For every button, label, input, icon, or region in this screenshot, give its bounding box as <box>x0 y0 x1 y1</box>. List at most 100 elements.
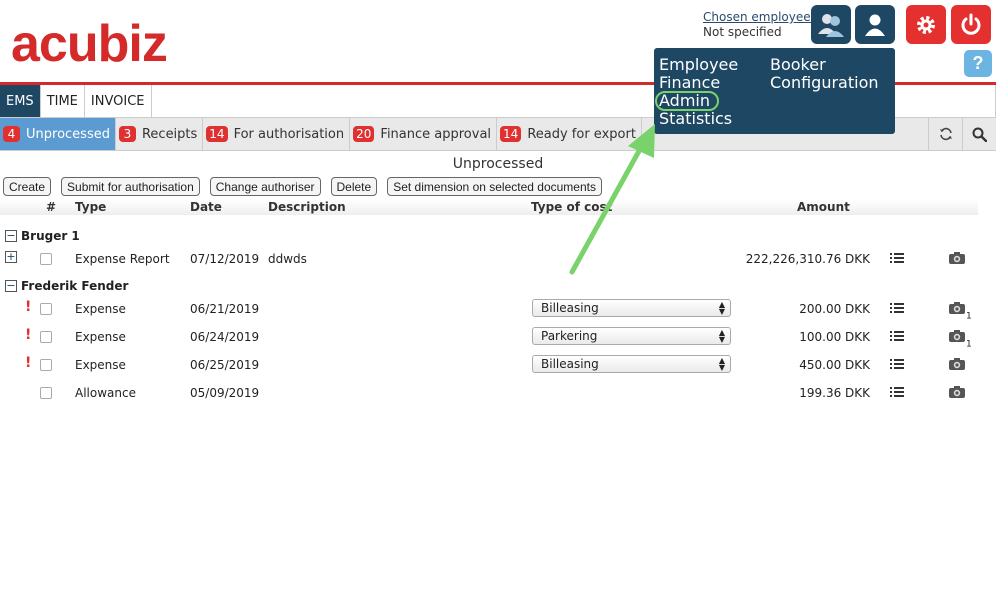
list-icon[interactable] <box>890 302 904 317</box>
cost-type-value: Billeasing <box>541 301 599 315</box>
row-type: Expense <box>75 330 126 344</box>
list-icon[interactable] <box>890 330 904 345</box>
row-description: ddwds <box>268 252 307 266</box>
row-checkbox[interactable] <box>40 359 52 371</box>
select-arrows-icon: ▲ ▼ <box>718 356 725 372</box>
group-name: Bruger 1 <box>21 229 80 243</box>
warning-icon: ! <box>25 327 32 343</box>
search-icon <box>972 127 987 142</box>
camera-icon[interactable] <box>948 251 966 268</box>
list-icon[interactable] <box>890 386 904 401</box>
row-amount: 199.36 DKK <box>799 386 870 400</box>
select-arrows-icon: ▲ ▼ <box>718 300 725 316</box>
table-header: # Type Date Description Type of cost Amo… <box>0 199 978 215</box>
settings-button[interactable] <box>906 5 946 44</box>
camera-icon[interactable]: 1 <box>948 329 972 349</box>
row-date: 05/09/2019 <box>190 386 260 400</box>
chosen-employee-label[interactable]: Chosen employee: <box>703 10 815 25</box>
cost-type-select[interactable]: Billeasing ▲ ▼ <box>532 299 731 317</box>
tab-unprocessed[interactable]: 4 Unprocessed <box>0 118 116 150</box>
count-badge: 20 <box>353 126 375 142</box>
camera-icon[interactable] <box>948 385 966 402</box>
logout-button[interactable] <box>951 5 991 44</box>
delete-button[interactable]: Delete <box>330 177 378 196</box>
list-icon[interactable] <box>890 358 904 373</box>
col-num[interactable]: # <box>46 200 56 214</box>
row-checkbox[interactable] <box>40 303 52 315</box>
table-row[interactable]: Allowance 05/09/2019 199.36 DKK <box>0 383 990 403</box>
power-icon <box>961 13 981 35</box>
tab-receipts[interactable]: 3 Receipts <box>116 118 204 150</box>
submit-for-authorisation-button[interactable]: Submit for authorisation <box>61 177 200 196</box>
row-amount: 200.00 DKK <box>799 302 870 316</box>
gear-icon <box>917 15 935 34</box>
col-description[interactable]: Description <box>268 200 346 214</box>
tab-label: Receipts <box>141 126 198 142</box>
collapse-toggle[interactable]: − <box>5 230 17 242</box>
group-header: − Frederik Fender <box>5 279 128 293</box>
count-badge: 4 <box>3 126 20 142</box>
chosen-employee-value: Not specified <box>703 25 782 39</box>
employees-button[interactable] <box>811 5 851 44</box>
table-row[interactable]: ! Expense 06/25/2019 Billeasing ▲ ▼ 450.00… <box>0 355 990 375</box>
group-name: Frederik Fender <box>21 279 129 293</box>
row-amount: 222,226,310.76 DKK <box>745 252 870 266</box>
row-amount: 100.00 DKK <box>799 330 870 344</box>
row-type: Expense <box>75 302 126 316</box>
tab-time[interactable]: TIME <box>41 85 85 117</box>
tab-for-authorisation[interactable]: 14 For authorisation <box>203 118 351 150</box>
col-type[interactable]: Type <box>75 200 106 214</box>
help-button[interactable]: ? <box>964 50 992 77</box>
camera-icon[interactable]: 1 <box>948 301 972 321</box>
cost-type-select[interactable]: Billeasing ▲ ▼ <box>532 355 731 373</box>
user-profile-button[interactable] <box>855 5 895 44</box>
user-icon <box>865 14 885 36</box>
annotation-arrow <box>569 124 655 275</box>
change-authoriser-button[interactable]: Change authoriser <box>209 177 321 196</box>
section-title: Unprocessed <box>452 156 544 172</box>
row-date: 06/21/2019 <box>190 302 260 316</box>
row-checkbox[interactable] <box>40 331 52 343</box>
highlight-circle <box>655 91 719 111</box>
row-type: Expense <box>75 358 126 372</box>
search-button[interactable] <box>962 118 996 150</box>
acubiz-logo: acubiz <box>11 15 168 73</box>
col-amount[interactable]: Amount <box>797 200 850 214</box>
tab-label: For authorisation <box>233 126 345 142</box>
create-button[interactable]: Create <box>3 177 52 196</box>
tab-label: Unprocessed <box>26 126 110 142</box>
col-date[interactable]: Date <box>190 200 222 214</box>
tab-invoice[interactable]: INVOICE <box>85 85 152 117</box>
count-badge: 14 <box>206 126 228 142</box>
collapse-toggle[interactable]: − <box>5 280 17 292</box>
row-checkbox[interactable] <box>40 253 52 265</box>
chosen-employee[interactable]: Chosen employee: Not specified <box>703 10 815 40</box>
count-badge: 3 <box>118 126 136 142</box>
list-icon[interactable] <box>890 252 904 267</box>
row-date: 06/24/2019 <box>190 330 260 344</box>
refresh-icon <box>939 127 952 141</box>
cost-type-select[interactable]: Parkering ▲ ▼ <box>532 327 731 345</box>
row-amount: 450.00 DKK <box>799 358 870 372</box>
refresh-button[interactable] <box>928 118 962 150</box>
tab-ems[interactable]: EMS <box>0 85 41 117</box>
select-arrows-icon: ▲ ▼ <box>718 328 725 344</box>
table-row[interactable]: + Expense Report 07/12/2019 ddwds 222,22… <box>0 249 990 269</box>
tab-finance-approval[interactable]: 20 Finance approval <box>350 118 498 150</box>
tab-label: Finance approval <box>380 126 492 142</box>
cost-type-value: Parkering <box>541 329 598 343</box>
menu-item-booker[interactable]: Booker <box>770 56 826 74</box>
count-badge: 14 <box>500 126 522 142</box>
action-toolbar: Create Submit for authorisation Change a… <box>3 177 602 196</box>
camera-icon[interactable] <box>948 357 966 374</box>
menu-item-configuration[interactable]: Configuration <box>770 74 879 92</box>
menu-item-finance[interactable]: Finance <box>659 74 720 92</box>
table-row[interactable]: ! Expense 06/21/2019 Billeasing ▲ ▼ 200.00… <box>0 299 990 321</box>
attachment-count: 1 <box>966 311 972 322</box>
row-checkbox[interactable] <box>40 387 52 399</box>
menu-item-employee[interactable]: Employee <box>659 56 738 74</box>
warning-icon: ! <box>25 299 32 315</box>
expand-toggle[interactable]: + <box>5 251 17 263</box>
row-date: 07/12/2019 <box>190 252 260 266</box>
table-row[interactable]: ! Expense 06/24/2019 Parkering ▲ ▼ 100.00 … <box>0 327 990 349</box>
